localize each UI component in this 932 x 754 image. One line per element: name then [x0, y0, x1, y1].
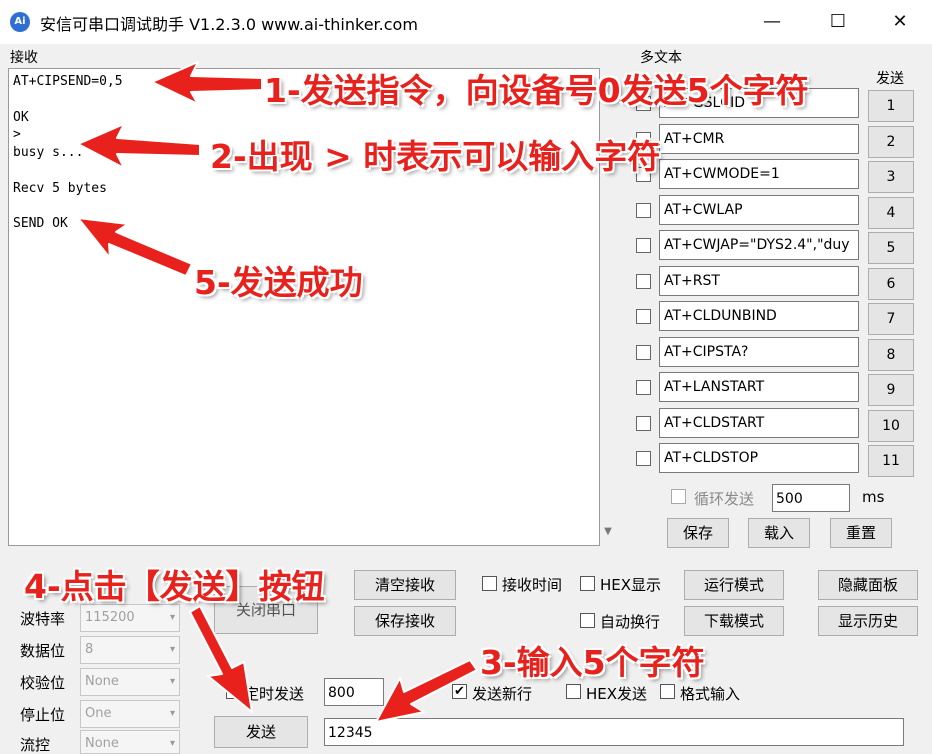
annotation-arrows — [77, 61, 478, 723]
annotation-step1: 1-发送指令，向设备号0发送5个字符 — [264, 71, 809, 110]
arrow-step4-icon — [189, 605, 253, 713]
arrow-step3-icon — [375, 659, 478, 723]
annotation-step2: 2-出现 > 时表示可以输入字符 — [210, 137, 661, 176]
arrow-step1-icon — [151, 61, 263, 105]
annotation-step4: 4-点击【发送】按钮 — [24, 567, 325, 606]
annotation-step5: 5-发送成功 — [194, 263, 363, 302]
arrow-step2-icon — [77, 123, 201, 169]
arrow-step5-icon — [77, 217, 193, 277]
annotation-step3: 3-输入5个字符 — [480, 643, 705, 682]
